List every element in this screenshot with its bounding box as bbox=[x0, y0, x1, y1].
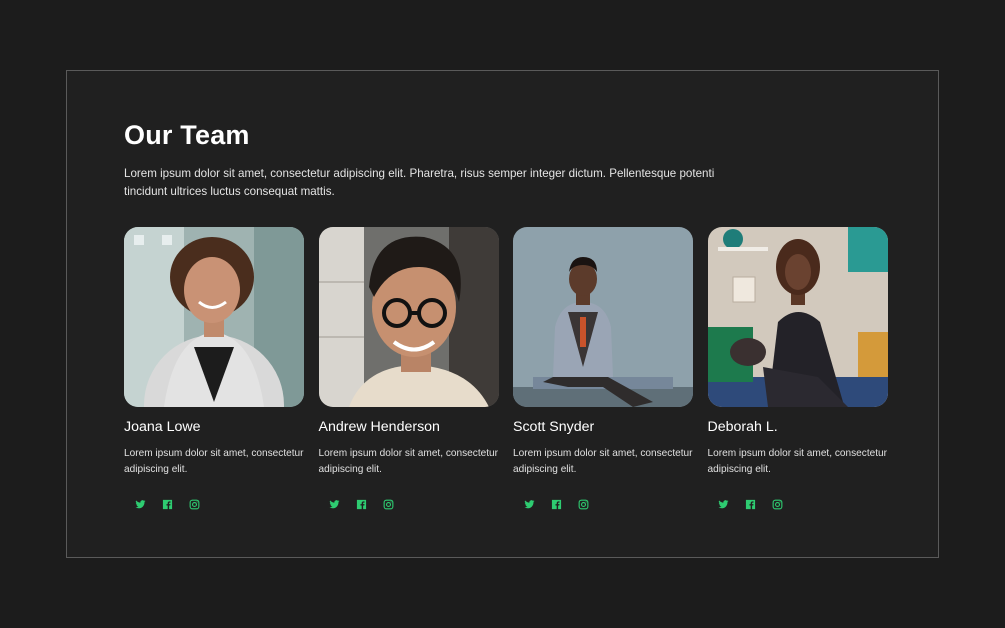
instagram-icon[interactable] bbox=[574, 495, 592, 513]
member-socials bbox=[708, 495, 889, 513]
twitter-icon[interactable] bbox=[131, 495, 149, 513]
team-grid: Joana Lowe Lorem ipsum dolor sit amet, c… bbox=[124, 227, 904, 513]
member-socials bbox=[124, 495, 305, 513]
team-card: Joana Lowe Lorem ipsum dolor sit amet, c… bbox=[124, 227, 305, 513]
member-photo bbox=[318, 227, 499, 407]
member-socials bbox=[513, 495, 694, 513]
facebook-icon[interactable] bbox=[158, 495, 176, 513]
member-name: Joana Lowe bbox=[124, 419, 201, 435]
team-section: Our Team Lorem ipsum dolor sit amet, con… bbox=[66, 70, 939, 558]
facebook-icon[interactable] bbox=[742, 495, 760, 513]
member-bio: Lorem ipsum dolor sit amet, consectetur … bbox=[513, 448, 693, 475]
member-name: Deborah L. bbox=[707, 419, 778, 435]
member-socials bbox=[319, 495, 500, 513]
member-bio: Lorem ipsum dolor sit amet, consectetur … bbox=[124, 448, 304, 475]
team-content: Our Team Lorem ipsum dolor sit amet, con… bbox=[124, 119, 904, 513]
team-card: Deborah L. Lorem ipsum dolor sit amet, c… bbox=[707, 227, 889, 513]
twitter-icon[interactable] bbox=[715, 495, 733, 513]
member-photo bbox=[513, 227, 693, 407]
member-name: Andrew Henderson bbox=[318, 419, 440, 435]
team-card: Scott Snyder Lorem ipsum dolor sit amet,… bbox=[513, 227, 694, 513]
instagram-icon[interactable] bbox=[380, 495, 398, 513]
section-description: Lorem ipsum dolor sit amet, consectetur … bbox=[124, 167, 715, 198]
facebook-icon[interactable] bbox=[547, 495, 565, 513]
member-photo bbox=[124, 227, 304, 407]
member-bio: Lorem ipsum dolor sit amet, consectetur … bbox=[707, 448, 888, 475]
twitter-icon[interactable] bbox=[326, 495, 344, 513]
instagram-icon[interactable] bbox=[769, 495, 787, 513]
team-card: Andrew Henderson Lorem ipsum dolor sit a… bbox=[318, 227, 500, 513]
member-name: Scott Snyder bbox=[513, 419, 595, 435]
twitter-icon[interactable] bbox=[520, 495, 538, 513]
section-title: Our Team bbox=[124, 120, 250, 150]
member-bio: Lorem ipsum dolor sit amet, consectetur … bbox=[318, 448, 499, 475]
facebook-icon[interactable] bbox=[353, 495, 371, 513]
instagram-icon[interactable] bbox=[185, 495, 203, 513]
member-photo bbox=[707, 227, 888, 407]
